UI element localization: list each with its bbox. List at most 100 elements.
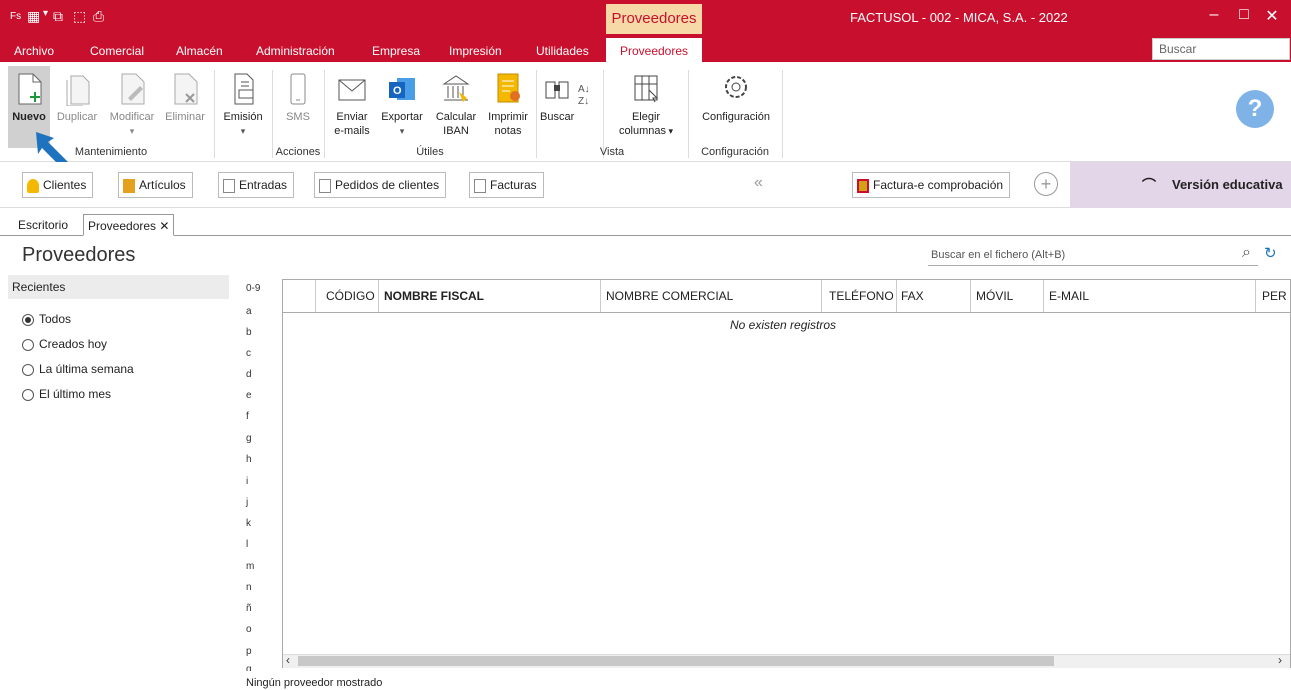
letter-index-item[interactable]: ñ: [246, 603, 266, 614]
letter-index-item[interactable]: c: [246, 348, 266, 359]
facturas-button[interactable]: Facturas: [469, 172, 544, 198]
letter-index-item[interactable]: n: [246, 582, 266, 593]
column-nombre-fiscal[interactable]: NOMBRE FISCAL: [384, 280, 484, 312]
factura-e-label: Factura-e comprobación: [873, 178, 1004, 192]
ribbon-separator: [536, 70, 537, 158]
letter-index-item[interactable]: q: [246, 664, 266, 671]
letter-index-item[interactable]: l: [246, 539, 266, 550]
letter-index-item[interactable]: k: [246, 518, 266, 529]
menu-comercial[interactable]: Comercial: [90, 44, 144, 58]
calcular-iban-button[interactable]: Calcular IBAN: [430, 72, 482, 138]
filter-ultima-semana[interactable]: La última semana: [22, 362, 134, 376]
ribbon-separator: [324, 70, 325, 158]
notes-icon: [497, 73, 520, 103]
close-icon[interactable]: ✕: [159, 219, 169, 233]
column-telefono[interactable]: TELÉFONO: [829, 280, 894, 312]
letter-index-item[interactable]: o: [246, 624, 266, 635]
gear-icon: [725, 76, 747, 98]
column-codigo[interactable]: CÓDIGO: [326, 280, 375, 312]
sort-az-icon[interactable]: A↓ Z↓: [578, 84, 590, 108]
column-fax[interactable]: FAX: [901, 280, 924, 312]
letter-index-item[interactable]: h: [246, 454, 266, 465]
duplicar-button[interactable]: Duplicar: [52, 72, 102, 124]
scrollbar-thumb[interactable]: [298, 656, 1054, 666]
imprimir-notas-button[interactable]: Imprimir notas: [482, 72, 534, 138]
configuracion-button[interactable]: Configuración: [694, 72, 778, 124]
calculator-icon[interactable]: ▦: [27, 8, 40, 25]
file-search-input[interactable]: Buscar en el fichero (Alt+B): [928, 244, 1258, 266]
folder-open-icon[interactable]: ⬚: [73, 8, 86, 25]
modificar-button[interactable]: Modificar ▾: [104, 72, 160, 138]
entradas-button[interactable]: Entradas: [218, 172, 295, 198]
pedidos-button[interactable]: Pedidos de clientes: [314, 172, 447, 198]
letter-index-item[interactable]: b: [246, 327, 266, 338]
eliminar-label: Eliminar: [165, 111, 205, 123]
letter-index-item[interactable]: m: [246, 561, 266, 572]
menu-empresa[interactable]: Empresa: [372, 44, 420, 58]
menu-archivo[interactable]: Archivo: [14, 44, 54, 58]
column-separator: [970, 280, 971, 312]
page-title: Proveedores: [22, 244, 136, 266]
radio-icon: [22, 338, 34, 351]
tab-proveedores[interactable]: Proveedores ✕: [83, 214, 175, 236]
duplicar-label: Duplicar: [56, 111, 98, 123]
letter-index-item[interactable]: j: [246, 497, 266, 508]
filter-ultimo-mes[interactable]: El último mes: [22, 387, 111, 401]
letter-index-item[interactable]: p: [246, 646, 266, 657]
scroll-left-icon[interactable]: ‹: [286, 653, 290, 667]
maximize-icon[interactable]: □: [1230, 6, 1258, 24]
letter-index-item[interactable]: a: [246, 306, 266, 317]
folder-icon[interactable]: ⧉: [53, 8, 63, 25]
letter-index-item[interactable]: g: [246, 433, 266, 444]
column-persona[interactable]: PER: [1262, 280, 1287, 312]
column-email[interactable]: E-MAIL: [1049, 280, 1089, 312]
group-acciones: Acciones: [275, 146, 321, 158]
nuevo-button[interactable]: Nuevo: [8, 72, 50, 124]
factura-e-button[interactable]: Factura-e comprobación: [852, 172, 1011, 198]
minimize-icon[interactable]: –: [1200, 6, 1228, 24]
letter-index-item[interactable]: i: [246, 476, 266, 487]
close-icon[interactable]: ✕: [1258, 6, 1286, 26]
letter-index-item[interactable]: e: [246, 390, 266, 401]
menu-proveedores[interactable]: Proveedores: [606, 38, 702, 62]
exportar-button[interactable]: O Exportar ▾: [376, 72, 428, 138]
emision-button[interactable]: Emisión ▾: [218, 72, 268, 138]
letter-index-item[interactable]: 0-9: [246, 283, 266, 294]
sms-button[interactable]: SMS: [276, 72, 320, 124]
tab-escritorio[interactable]: Escritorio: [14, 214, 72, 236]
add-shortcut-icon[interactable]: +: [1034, 172, 1058, 196]
flag-icon: [857, 178, 869, 193]
filter-creados-hoy[interactable]: Creados hoy: [22, 337, 107, 351]
search-icon[interactable]: ⌕: [1242, 244, 1251, 262]
filter-todos[interactable]: Todos: [22, 312, 71, 326]
menu-impresion[interactable]: Impresión: [449, 44, 502, 58]
chevron-down-icon: ▾: [129, 126, 135, 136]
status-text: Ningún proveedor mostrado: [246, 677, 383, 689]
column-separator: [896, 280, 897, 312]
column-separator: [1255, 280, 1256, 312]
clientes-button[interactable]: Clientes: [22, 172, 94, 198]
scroll-right-icon[interactable]: ›: [1278, 653, 1282, 667]
elegir-columnas-button[interactable]: Elegir columnas ▾: [610, 72, 682, 138]
articulos-button[interactable]: Artículos: [118, 172, 193, 198]
menu-utilidades[interactable]: Utilidades: [536, 44, 589, 58]
letter-index-item[interactable]: f: [246, 411, 266, 422]
global-search-input[interactable]: Buscar: [1152, 38, 1290, 60]
iban-label: IBAN: [443, 125, 469, 137]
dropdown-icon[interactable]: ▾: [43, 8, 48, 19]
column-movil[interactable]: MÓVIL: [976, 280, 1013, 312]
emails-label: e-mails: [334, 125, 370, 137]
tab-proveedores-label: Proveedores: [88, 219, 157, 233]
collapse-chevron-icon[interactable]: «: [754, 174, 763, 192]
column-separator: [1043, 280, 1044, 312]
help-icon[interactable]: ?: [1236, 90, 1274, 128]
column-nombre-comercial[interactable]: NOMBRE COMERCIAL: [606, 280, 733, 312]
eliminar-button[interactable]: Eliminar: [160, 72, 210, 124]
letter-index-item[interactable]: d: [246, 369, 266, 380]
buscar-button[interactable]: Buscar: [540, 72, 574, 124]
lock-icon[interactable]: ⎙: [93, 8, 104, 25]
menu-almacen[interactable]: Almacén: [176, 44, 223, 58]
refresh-icon[interactable]: ↻: [1264, 244, 1277, 262]
menu-administracion[interactable]: Administración: [256, 44, 335, 58]
enviar-emails-button[interactable]: Enviar e-mails: [332, 72, 372, 138]
